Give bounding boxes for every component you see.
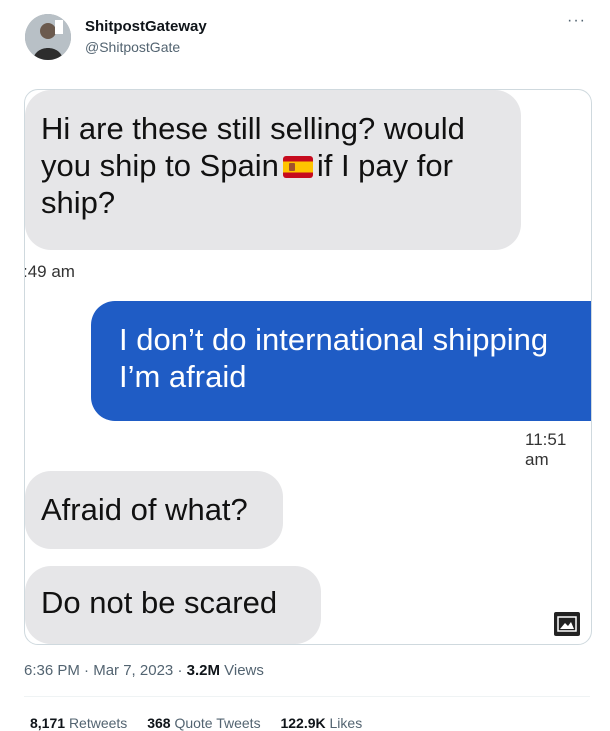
message-line: I’m afraid: [119, 359, 247, 394]
more-options-icon[interactable]: ···: [567, 12, 586, 30]
avatar-image: [25, 14, 71, 60]
divider: [24, 696, 590, 697]
author-handle[interactable]: @ShitpostGate: [85, 39, 180, 55]
message-line: Hi are these still selling? would: [41, 111, 465, 146]
views-count: 3.2M: [186, 662, 220, 679]
separator-dot: ·: [84, 662, 94, 679]
tweet-card: ShitpostGateway @ShitpostGate ··· Hi are…: [0, 0, 610, 731]
message-bubble-outgoing: I don’t do international shipping I’m af…: [91, 301, 591, 421]
tweet-meta: 6:36 PM · Mar 7, 2023 · 3.2M Views: [24, 662, 264, 679]
image-icon-glyph: [557, 616, 577, 632]
spain-flag-icon: [282, 156, 313, 178]
tweet-time[interactable]: 6:36 PM: [24, 662, 80, 679]
message-line: I don’t do international shipping: [119, 322, 549, 357]
avatar[interactable]: [25, 14, 71, 60]
message-timestamp: 11:51 am: [525, 430, 567, 469]
separator-dot: ·: [177, 662, 187, 679]
message-bubble-incoming: Do not be scared: [25, 566, 321, 644]
message-bubble-incoming: Afraid of what?: [25, 471, 283, 549]
tweet-date[interactable]: Mar 7, 2023: [93, 662, 173, 679]
message-timestamp: :49 am: [24, 262, 75, 281]
tweet-media-image[interactable]: Hi are these still selling? would you sh…: [24, 89, 592, 645]
author-name[interactable]: ShitpostGateway: [85, 18, 207, 35]
message-line: ship?: [41, 185, 116, 220]
message-bubble-incoming: Hi are these still selling? would you sh…: [25, 90, 521, 250]
message-text: if I pay for: [316, 148, 453, 183]
message-text: you ship to Spain: [41, 148, 279, 183]
message-line: you ship to Spain if I pay for: [41, 147, 505, 184]
views-label: Views: [224, 662, 264, 679]
image-icon[interactable]: [552, 610, 582, 638]
